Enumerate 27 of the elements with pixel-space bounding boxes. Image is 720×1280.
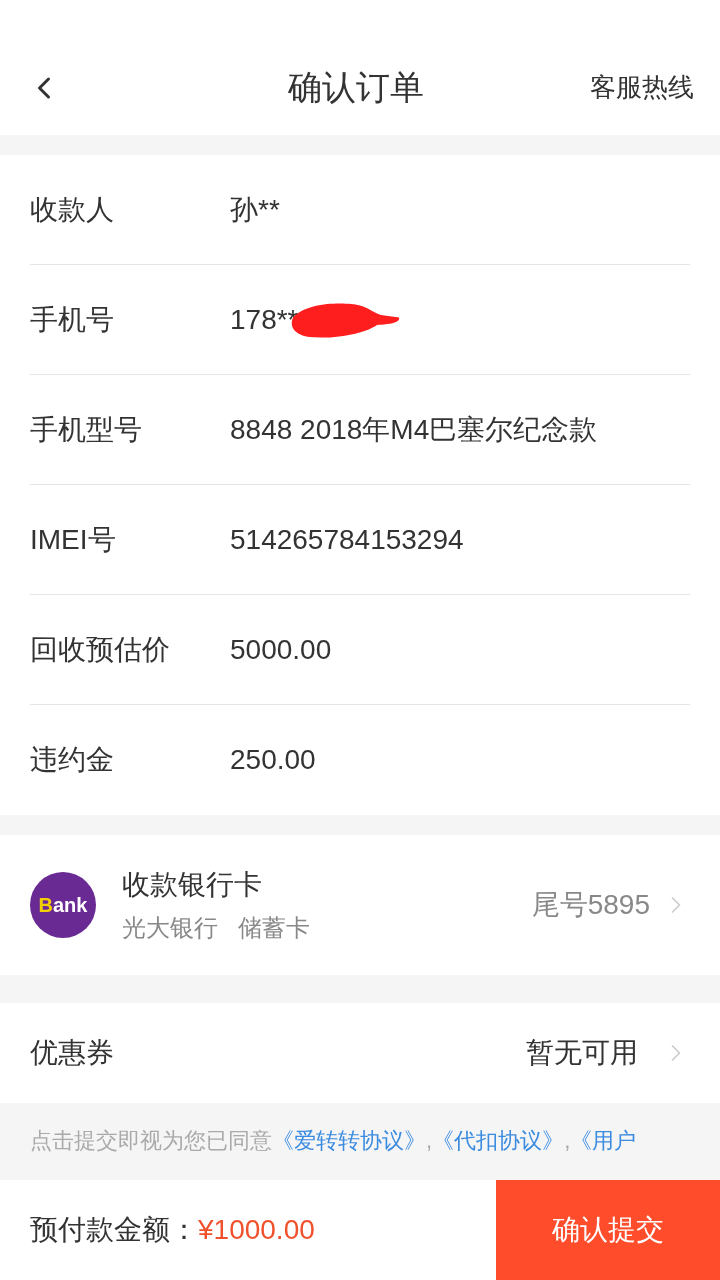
agreement-notice: 点击提交即视为您已同意《爱转转协议》,《代扣协议》,《用户	[30, 1127, 638, 1155]
bank-name: 光大银行	[122, 913, 218, 943]
field-label: 手机型号	[30, 412, 143, 447]
card-type: 储蓄卡	[238, 913, 310, 943]
field-label: 回收预估价	[30, 632, 171, 667]
field-label: 违约金	[30, 743, 115, 777]
submit-button[interactable]: 确认提交	[496, 1180, 720, 1280]
agreement-link[interactable]: 《代扣协议》	[432, 1128, 565, 1153]
field-value: 5000.00	[230, 632, 332, 667]
agreement-link[interactable]: 《用户	[570, 1128, 637, 1153]
agreement-link[interactable]: 《爱转转协议》	[272, 1128, 426, 1153]
card-tail-number: 尾号5895	[531, 888, 650, 922]
page-title: 确认订单	[288, 67, 424, 108]
coupon-value: 暂无可用	[526, 1036, 638, 1070]
prepay-amount: ¥1000.00	[198, 1213, 315, 1247]
prepay-label: 预付款金额：	[30, 1213, 198, 1247]
service-hotline-link[interactable]: 客服热线	[590, 68, 694, 107]
field-label: 收款人	[30, 192, 115, 227]
field-value: 514265784153294	[230, 522, 464, 557]
bank-logo: Bank	[30, 872, 96, 938]
card-title: 收款银行卡	[122, 868, 263, 902]
field-label: IMEI号	[30, 522, 117, 557]
coupon-label: 优惠券	[30, 1036, 115, 1070]
field-label: 手机号	[30, 302, 115, 337]
field-value: 8848 2018年M4巴塞尔纪念款	[230, 412, 598, 447]
field-value: 孙**	[230, 192, 280, 227]
field-value: 250.00	[230, 743, 316, 777]
